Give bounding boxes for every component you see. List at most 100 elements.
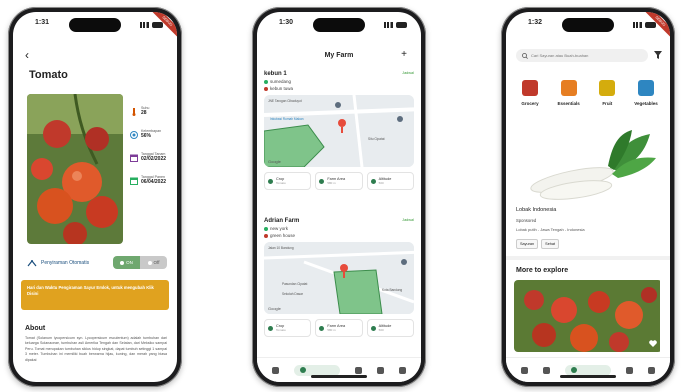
farm-city: sumedang [270, 79, 292, 84]
farm-map[interactable]: JNE Tarogan Cibaduyut Inkubasi Rumah Mak… [264, 95, 414, 167]
area-icon [319, 325, 325, 331]
plant-stats: Suhu 28 Kelembapan 56% Tanggal Tanam 02/02/… [130, 106, 177, 198]
screenshot-stage: 1:31 DEBUG ‹ Tomato Suhu 28 Kelembapan 5… [0, 0, 681, 392]
signal-icon [384, 22, 393, 28]
explore-card[interactable] [514, 280, 662, 352]
tomato-image [27, 94, 123, 244]
category-grocery[interactable]: Grocery [512, 80, 548, 106]
toggle-off-button[interactable]: Off [140, 256, 167, 269]
stat-temperature: Suhu 28 [130, 106, 177, 116]
product-tags: Sayuran Sehat [516, 239, 560, 249]
tomato-explore-image [514, 280, 660, 352]
nav-list-icon[interactable] [376, 366, 384, 374]
about-title: About [25, 325, 46, 332]
radish-image[interactable] [520, 128, 660, 204]
sponsored-label: Sponsored [516, 218, 537, 223]
thermometer-icon [132, 108, 136, 116]
tomato-photo [27, 94, 123, 244]
farm-name: kebun 1 [264, 71, 287, 77]
toggle-off-label: Off [153, 260, 160, 265]
status-time: 1:30 [279, 19, 294, 26]
chip-area: Farm Area 580 m [315, 319, 363, 337]
bottom-nav [257, 357, 421, 382]
farm-chips: Crop Tomato Farm Area 580 m Altitude 500 [264, 319, 414, 337]
about-text: Tomat (Solanum lycopersicum syn. Lycoper… [25, 336, 167, 362]
home-indicator [560, 375, 616, 378]
nav-profile-icon[interactable] [398, 366, 406, 374]
nav-shop-icon[interactable] [354, 366, 362, 374]
farm-place: kebun tuwa [270, 86, 294, 91]
nav-profile-icon[interactable] [647, 366, 655, 374]
status-time: 1:31 [35, 19, 50, 26]
google-logo: Google [268, 306, 281, 311]
auto-irrigation-row: Penyiraman Otomatis ON Off [27, 256, 167, 269]
nav-shop-active[interactable] [564, 364, 611, 376]
nav-farm-icon[interactable] [543, 366, 551, 374]
nav-list-icon[interactable] [625, 366, 633, 374]
fruit-icon [599, 80, 616, 96]
add-farm-button[interactable]: + [401, 49, 407, 60]
product-name[interactable]: Lobak Indonesia [516, 207, 556, 213]
category-label: Fruit [602, 101, 613, 106]
toggle-on-button[interactable]: ON [113, 256, 140, 269]
marketplace-screen: 1:32 DEBUG Cari Sayuran atau Buah-buahan… [506, 12, 670, 382]
essentials-icon [560, 80, 577, 96]
status-icons [384, 19, 407, 31]
search-placeholder: Cari Sayuran atau Buah-buahan [531, 53, 589, 58]
heart-icon[interactable] [649, 340, 657, 347]
chip-value: Tomato [276, 181, 286, 185]
status-icons [140, 19, 163, 31]
farm-city: new york [270, 226, 289, 231]
chip-value: 580 m [327, 181, 336, 185]
irrigation-toggle[interactable]: ON Off [113, 256, 167, 269]
schedule-alert-banner[interactable]: Hari dan Waktu Pengiraman Sayur Emlok, u… [21, 280, 169, 310]
farm-card-2[interactable]: Adrian Farm Jadwal new york green house J… [264, 218, 414, 337]
location-pin-icon [264, 79, 268, 84]
status-icons [633, 19, 656, 31]
chip-area: Farm Area 580 m [315, 172, 363, 190]
nav-home-icon[interactable] [272, 366, 280, 374]
nav-farm-icon [300, 367, 307, 373]
calendar-icon [130, 154, 138, 162]
dynamic-island [69, 18, 121, 32]
search-bar[interactable]: Cari Sayuran atau Buah-buahan [516, 49, 648, 62]
grocery-icon [522, 80, 538, 96]
nav-home-icon[interactable] [521, 366, 529, 374]
category-essentials[interactable]: Essentials [551, 80, 587, 106]
map-label: JNE Tarogan Cibaduyut [268, 99, 302, 103]
chip-value: 500 [378, 181, 384, 185]
vegetables-icon [637, 80, 654, 96]
tag[interactable]: Sayuran [516, 239, 539, 249]
radio-on-icon [120, 260, 125, 265]
battery-icon [645, 22, 656, 28]
schedule-link[interactable]: Jadwal [402, 71, 414, 77]
farm-card-1[interactable]: kebun 1Jadwal sumedang kebun tuwa JNE T [264, 71, 414, 190]
map-graphic [264, 242, 414, 314]
chip-altitude: Altitude 500 [366, 319, 414, 337]
stat-value: 28 [141, 110, 147, 116]
chip-value: 500 [378, 328, 384, 332]
map-label: Situ Cipatat [368, 137, 385, 141]
more-to-explore-title: More to explore [516, 267, 569, 274]
chip-value: Tomato [276, 328, 286, 332]
place-icon [264, 86, 268, 91]
chip-crop: Crop Tomato [264, 172, 312, 190]
back-arrow-icon[interactable]: ‹ [25, 48, 29, 62]
category-fruit[interactable]: Fruit [589, 80, 625, 106]
schedule-link[interactable]: Jadwal [402, 218, 414, 224]
leaf-icon [268, 178, 273, 184]
signal-icon [140, 22, 149, 28]
farm-name: Adrian Farm [264, 218, 300, 224]
phone-plant-detail: 1:31 DEBUG ‹ Tomato Suhu 28 Kelembapan 5… [8, 7, 182, 387]
nav-farm-active[interactable] [294, 364, 341, 376]
category-vegetables[interactable]: Vegetables [628, 80, 664, 106]
irrigation-label: Penyiraman Otomatis [41, 259, 90, 266]
tag[interactable]: Sehat [541, 239, 560, 249]
stat-harvest-date: Tanggal Panen 06/04/2022 [130, 175, 177, 185]
farm-map[interactable]: Jalan 10 Bandung Pasundan Cipatat Sekola… [264, 242, 414, 314]
map-label: Pasundan Cipatat [282, 282, 308, 286]
chip-crop: Crop Tomato [264, 319, 312, 337]
filter-icon[interactable] [654, 51, 662, 59]
google-logo: Google [268, 159, 281, 164]
category-label: Grocery [521, 101, 539, 106]
